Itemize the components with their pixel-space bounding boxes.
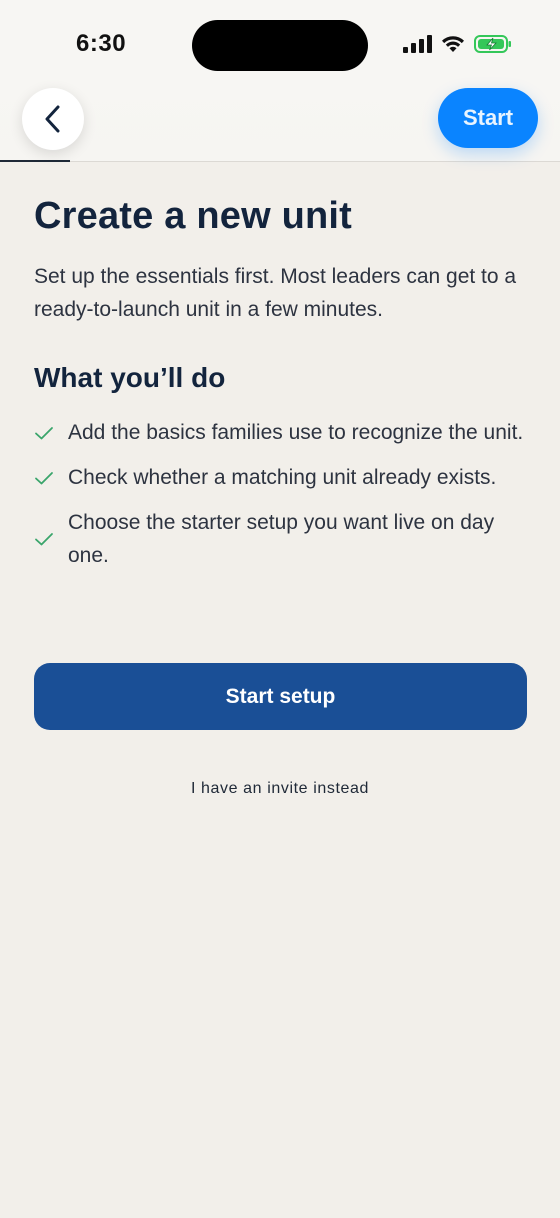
battery-charging-icon <box>474 35 511 53</box>
checklist-item-text: Choose the starter setup you want live o… <box>68 511 495 567</box>
checklist-item-text: Check whether a matching unit already ex… <box>68 466 497 489</box>
invite-instead-link[interactable]: I have an invite instead <box>0 780 560 798</box>
main-content: Create a new unit Set up the essentials … <box>34 192 530 584</box>
checklist-item: Check whether a matching unit already ex… <box>34 461 530 494</box>
status-icons <box>402 34 512 54</box>
status-time: 6:30 <box>76 30 127 57</box>
chevron-left-icon <box>45 105 60 133</box>
checkmark-icon <box>34 470 68 486</box>
checklist-item-text: Add the basics families use to recognize… <box>68 421 524 444</box>
back-button[interactable] <box>22 88 84 150</box>
checkmark-icon <box>34 531 68 547</box>
cellular-signal-icon <box>403 35 432 53</box>
section-title: What you’ll do <box>34 362 226 393</box>
start-setup-button[interactable]: Start setup <box>34 663 527 730</box>
progress-indicator <box>0 160 70 162</box>
checklist: Add the basics families use to recognize… <box>34 416 530 572</box>
dynamic-island <box>192 20 368 71</box>
checklist-item: Add the basics families use to recognize… <box>34 416 530 449</box>
status-bar: 6:30 <box>0 0 560 80</box>
start-button[interactable]: Start <box>438 88 538 148</box>
page-title: Create a new unit <box>34 195 353 237</box>
checkmark-icon <box>34 425 68 441</box>
wifi-icon <box>442 36 464 52</box>
checklist-item: Choose the starter setup you want live o… <box>34 506 530 572</box>
intro-text: Set up the essentials first. Most leader… <box>34 265 517 321</box>
